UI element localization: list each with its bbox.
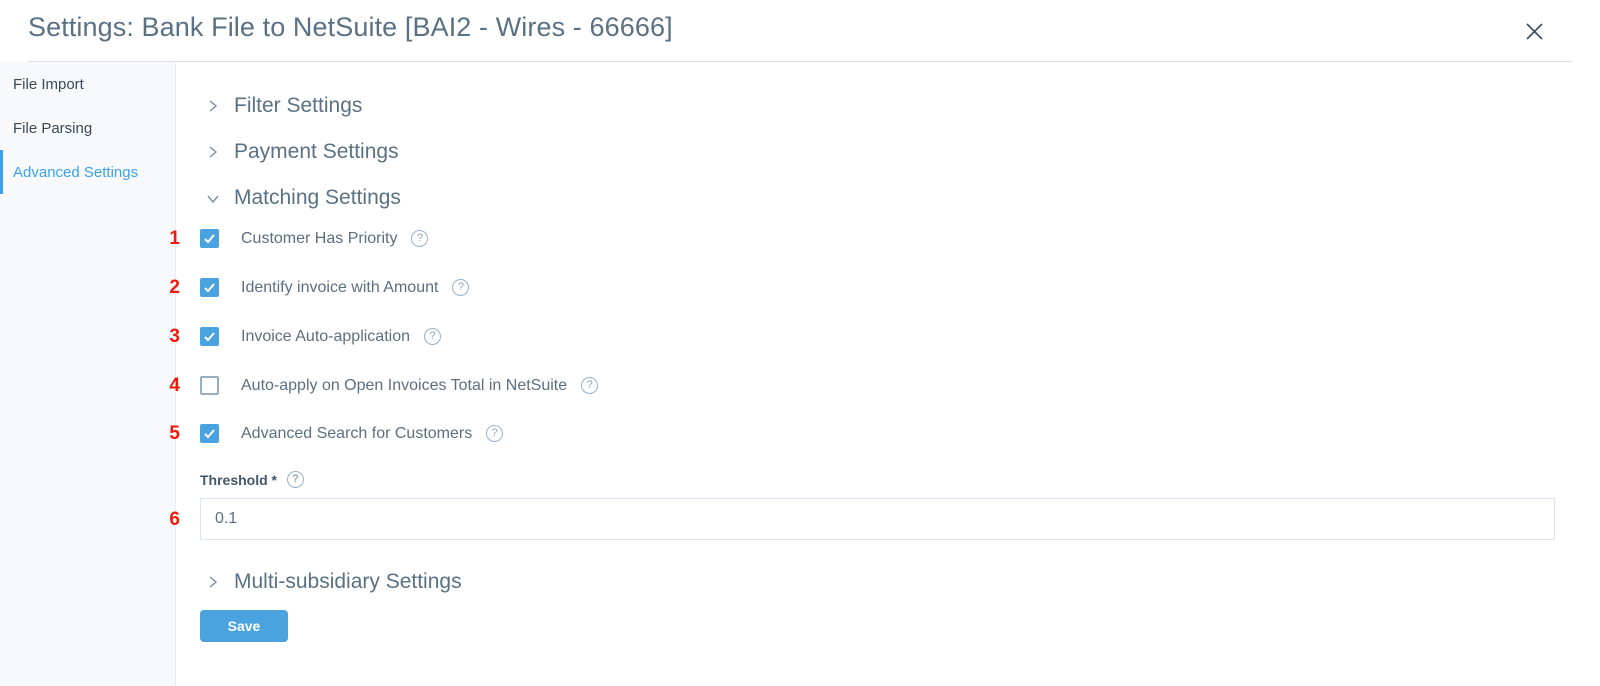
checkbox-label: Customer Has Priority (241, 229, 398, 247)
sidebar-item-file-parsing[interactable]: File Parsing (0, 106, 175, 150)
section-payment-settings[interactable]: Payment Settings (206, 140, 399, 164)
chevron-right-icon (209, 146, 218, 158)
section-label: Matching Settings (234, 186, 401, 209)
sidebar: File Import File Parsing Advanced Settin… (0, 62, 176, 686)
sidebar-item-file-import[interactable]: File Import (0, 62, 175, 106)
threshold-input[interactable] (200, 498, 1555, 540)
modal-header: Settings: Bank File to NetSuite [BAI2 - … (0, 0, 1600, 62)
section-label: Filter Settings (234, 94, 363, 117)
annotation-number-5: 5 (169, 423, 180, 444)
checkbox-row-advanced-search-for-customers[interactable]: Advanced Search for Customers ? (200, 424, 504, 443)
help-icon[interactable]: ? (581, 377, 599, 394)
checkbox-row-auto-apply-on-open-invoices-total[interactable]: Auto-apply on Open Invoices Total in Net… (200, 376, 599, 395)
settings-modal: Settings: Bank File to NetSuite [BAI2 - … (0, 0, 1600, 686)
check-icon (204, 283, 215, 293)
section-label: Multi-subsidiary Settings (234, 570, 462, 593)
checkbox-identify-invoice-with-amount[interactable] (200, 278, 219, 297)
sidebar-item-advanced-settings[interactable]: Advanced Settings (0, 150, 175, 194)
close-icon[interactable] (1519, 16, 1549, 46)
section-filter-settings[interactable]: Filter Settings (206, 94, 362, 118)
chevron-right-icon (209, 576, 218, 588)
section-matching-settings[interactable]: Matching Settings (206, 186, 401, 210)
checkbox-label: Identify invoice with Amount (241, 278, 439, 296)
help-icon[interactable]: ? (287, 471, 305, 488)
checkbox-label: Advanced Search for Customers (241, 424, 473, 442)
checkbox-row-identify-invoice-with-amount[interactable]: Identify invoice with Amount ? (200, 278, 470, 297)
sidebar-item-label: File Import (13, 75, 84, 93)
help-icon[interactable]: ? (411, 230, 429, 247)
help-icon[interactable]: ? (452, 279, 470, 296)
checkbox-row-invoice-auto-application[interactable]: Invoice Auto-application ? (200, 327, 441, 346)
check-icon (204, 429, 215, 439)
chevron-down-icon (207, 195, 219, 204)
threshold-label: Threshold * (200, 471, 278, 488)
chevron-right-icon (209, 100, 218, 112)
checkbox-row-customer-has-priority[interactable]: Customer Has Priority ? (200, 229, 429, 248)
checkbox-label: Invoice Auto-application (241, 327, 410, 345)
check-icon (204, 234, 215, 244)
section-label: Payment Settings (234, 140, 399, 163)
annotation-number-1: 1 (169, 228, 180, 249)
main-content: Filter Settings Payment Settings Matchin… (176, 62, 1600, 686)
sidebar-item-label: Advanced Settings (13, 163, 139, 181)
checkbox-label: Auto-apply on Open Invoices Total in Net… (241, 376, 568, 394)
checkbox-customer-has-priority[interactable] (200, 229, 219, 248)
sidebar-item-label: File Parsing (13, 119, 93, 137)
threshold-label-group: Threshold * ? (200, 471, 305, 488)
page-title: Settings: Bank File to NetSuite [BAI2 - … (28, 12, 673, 42)
help-icon[interactable]: ? (424, 328, 441, 345)
annotation-number-3: 3 (169, 326, 180, 347)
annotation-number-2: 2 (169, 277, 180, 298)
check-icon (204, 332, 215, 342)
help-icon[interactable]: ? (486, 425, 504, 442)
annotation-number-6: 6 (169, 509, 180, 530)
save-button[interactable]: Save (200, 610, 288, 642)
checkbox-advanced-search-for-customers[interactable] (200, 424, 219, 443)
checkbox-auto-apply-on-open-invoices-total[interactable] (200, 376, 219, 395)
annotation-number-4: 4 (169, 375, 180, 396)
section-multi-subsidiary-settings[interactable]: Multi-subsidiary Settings (206, 570, 462, 594)
checkbox-invoice-auto-application[interactable] (200, 327, 219, 346)
